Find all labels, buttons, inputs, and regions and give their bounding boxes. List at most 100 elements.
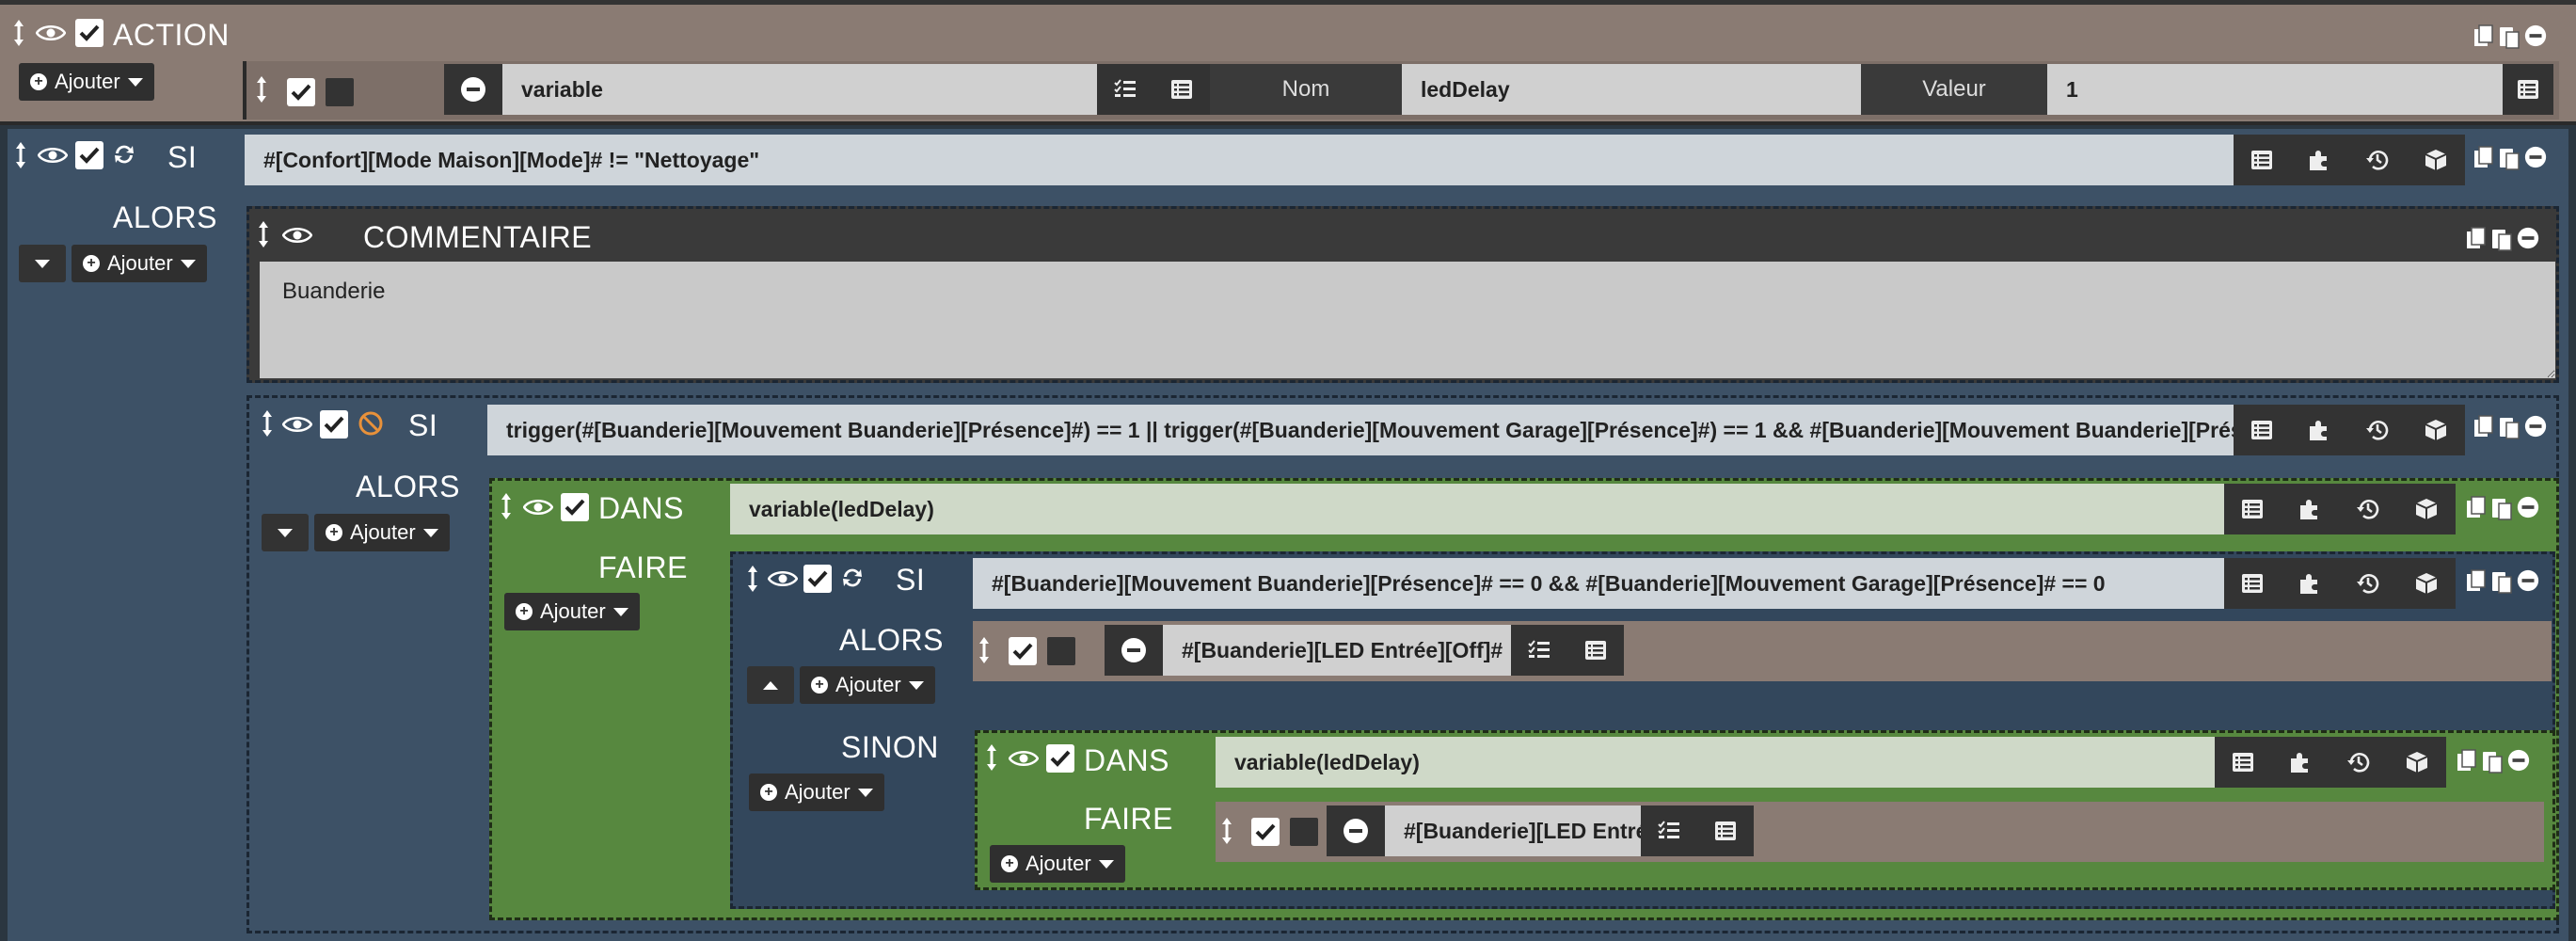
remove-icon[interactable] bbox=[2516, 226, 2540, 250]
paste-icon[interactable] bbox=[2498, 414, 2520, 440]
history-button[interactable] bbox=[2348, 405, 2407, 455]
eye-icon[interactable] bbox=[36, 24, 66, 42]
option-checkbox[interactable] bbox=[326, 78, 354, 106]
copy-icon[interactable] bbox=[2473, 145, 2495, 171]
enable-checkbox[interactable] bbox=[75, 141, 103, 169]
eye-icon[interactable] bbox=[38, 146, 68, 165]
select-command-button[interactable] bbox=[1153, 64, 1210, 115]
value-field[interactable]: 1 bbox=[2047, 64, 2503, 115]
select-equipment-button[interactable] bbox=[2397, 558, 2456, 609]
history-button[interactable] bbox=[2339, 558, 2397, 609]
select-command-button[interactable] bbox=[2224, 558, 2281, 609]
option-checkbox[interactable] bbox=[1290, 818, 1318, 846]
drag-handle-icon[interactable] bbox=[1221, 817, 1232, 845]
select-command-button[interactable] bbox=[2224, 484, 2281, 534]
drag-handle-icon[interactable] bbox=[256, 75, 267, 104]
paste-icon[interactable] bbox=[2481, 748, 2504, 774]
condition-field[interactable]: #[Confort][Mode Maison][Mode]# != "Netto… bbox=[245, 135, 2234, 185]
enable-checkbox[interactable] bbox=[75, 19, 103, 47]
enable-checkbox[interactable] bbox=[803, 565, 832, 593]
sync-icon[interactable] bbox=[839, 565, 866, 591]
comment-textarea[interactable]: Buanderie bbox=[260, 262, 2555, 378]
select-plugin-button[interactable] bbox=[2281, 484, 2339, 534]
copy-icon[interactable] bbox=[2473, 414, 2495, 440]
select-plugin-button[interactable] bbox=[2271, 737, 2330, 788]
select-command-button[interactable] bbox=[2234, 135, 2290, 185]
drag-handle-icon[interactable] bbox=[501, 492, 512, 520]
eye-icon[interactable] bbox=[1009, 749, 1039, 768]
copy-icon[interactable] bbox=[2456, 748, 2478, 774]
options-button[interactable] bbox=[1097, 64, 1153, 115]
add-dropdown-button[interactable]: + Ajouter bbox=[504, 593, 640, 630]
command-field[interactable]: #[Buanderie][LED Entrée][On]# bbox=[1385, 805, 1641, 856]
enable-checkbox[interactable] bbox=[1046, 744, 1074, 773]
delay-field[interactable]: variable(ledDelay) bbox=[1216, 737, 2215, 788]
paste-icon[interactable] bbox=[2490, 495, 2513, 521]
add-dropdown-button[interactable]: + Ajouter bbox=[749, 774, 884, 811]
drag-handle-icon[interactable] bbox=[747, 565, 758, 593]
drag-handle-icon[interactable] bbox=[15, 141, 26, 169]
select-command-button[interactable] bbox=[2234, 405, 2290, 455]
paste-icon[interactable] bbox=[2498, 145, 2520, 171]
remove-action-button[interactable] bbox=[444, 64, 502, 115]
option-checkbox[interactable] bbox=[1047, 637, 1075, 665]
condition-field[interactable]: trigger(#[Buanderie][Mouvement Buanderie… bbox=[487, 405, 2234, 455]
eye-icon[interactable] bbox=[523, 498, 553, 517]
drag-handle-icon[interactable] bbox=[262, 409, 273, 438]
history-button[interactable] bbox=[2330, 737, 2388, 788]
options-button[interactable] bbox=[1641, 805, 1697, 856]
add-dropdown-button[interactable]: + Ajouter bbox=[19, 63, 154, 101]
drag-handle-icon[interactable] bbox=[258, 220, 269, 248]
enable-checkbox[interactable] bbox=[1251, 818, 1280, 846]
delay-field[interactable]: variable(ledDelay) bbox=[730, 484, 2224, 534]
collapse-button[interactable] bbox=[262, 514, 309, 551]
history-button[interactable] bbox=[2339, 484, 2397, 534]
remove-icon[interactable] bbox=[2523, 24, 2548, 48]
drag-handle-icon[interactable] bbox=[978, 636, 990, 664]
remove-icon[interactable] bbox=[2523, 145, 2548, 169]
enable-checkbox[interactable] bbox=[287, 78, 315, 106]
collapse-button[interactable] bbox=[747, 666, 794, 704]
select-plugin-button[interactable] bbox=[2290, 135, 2348, 185]
ban-icon[interactable] bbox=[358, 410, 384, 437]
enable-checkbox[interactable] bbox=[320, 410, 348, 439]
select-plugin-button[interactable] bbox=[2281, 558, 2339, 609]
action-type-field[interactable]: variable bbox=[502, 64, 1097, 115]
remove-action-button[interactable] bbox=[1105, 625, 1163, 676]
paste-icon[interactable] bbox=[2498, 24, 2520, 50]
select-equipment-button[interactable] bbox=[2388, 737, 2446, 788]
remove-action-button[interactable] bbox=[1327, 805, 1385, 856]
select-command-button[interactable] bbox=[1697, 805, 1754, 856]
select-equipment-button[interactable] bbox=[2407, 405, 2465, 455]
add-dropdown-button[interactable]: + Ajouter bbox=[314, 514, 450, 551]
paste-icon[interactable] bbox=[2490, 568, 2513, 595]
select-command-button[interactable] bbox=[1567, 625, 1624, 676]
eye-icon[interactable] bbox=[282, 226, 312, 245]
history-button[interactable] bbox=[2348, 135, 2407, 185]
eye-icon[interactable] bbox=[768, 569, 798, 588]
enable-checkbox[interactable] bbox=[1009, 637, 1037, 665]
select-equipment-button[interactable] bbox=[2407, 135, 2465, 185]
drag-handle-icon[interactable] bbox=[986, 743, 997, 772]
select-plugin-button[interactable] bbox=[2290, 405, 2348, 455]
select-equipment-button[interactable] bbox=[2397, 484, 2456, 534]
collapse-button[interactable] bbox=[19, 245, 66, 282]
add-dropdown-button[interactable]: + Ajouter bbox=[800, 666, 935, 704]
paste-icon[interactable] bbox=[2490, 226, 2513, 252]
remove-icon[interactable] bbox=[2506, 748, 2531, 773]
copy-icon[interactable] bbox=[2473, 24, 2495, 50]
select-command-button[interactable] bbox=[2215, 737, 2271, 788]
condition-field[interactable]: #[Buanderie][Mouvement Buanderie][Présen… bbox=[973, 558, 2224, 609]
select-variable-button[interactable] bbox=[2503, 64, 2553, 115]
add-dropdown-button[interactable]: + Ajouter bbox=[72, 245, 207, 282]
remove-icon[interactable] bbox=[2516, 568, 2540, 593]
copy-icon[interactable] bbox=[2465, 226, 2488, 252]
enable-checkbox[interactable] bbox=[561, 493, 589, 521]
drag-handle-icon[interactable] bbox=[13, 19, 24, 47]
eye-icon[interactable] bbox=[282, 415, 312, 434]
remove-icon[interactable] bbox=[2516, 495, 2540, 519]
remove-icon[interactable] bbox=[2523, 414, 2548, 439]
copy-icon[interactable] bbox=[2465, 568, 2488, 595]
add-dropdown-button[interactable]: + Ajouter bbox=[990, 845, 1125, 883]
command-field[interactable]: #[Buanderie][LED Entrée][Off]# bbox=[1163, 625, 1511, 676]
